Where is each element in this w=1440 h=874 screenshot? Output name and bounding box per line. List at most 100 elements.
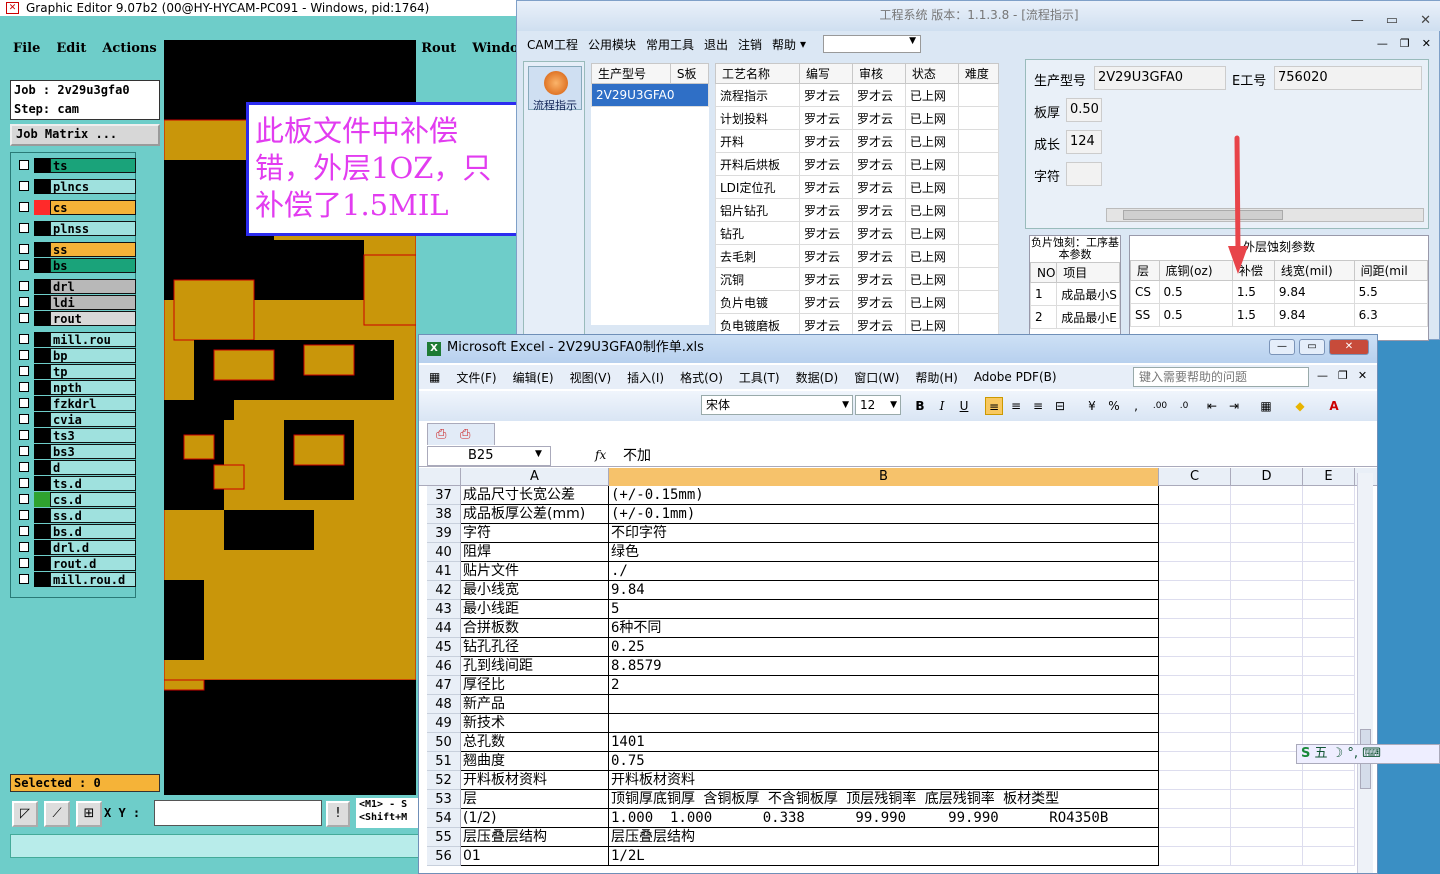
- layer-checkbox[interactable]: [19, 494, 29, 504]
- cell-c[interactable]: [1159, 752, 1231, 771]
- cell-e[interactable]: [1303, 581, 1355, 600]
- cell-d[interactable]: [1231, 752, 1303, 771]
- layer-row-drl[interactable]: drl: [16, 279, 136, 294]
- layer-checkbox[interactable]: [19, 366, 29, 376]
- cell-b[interactable]: [609, 714, 1159, 733]
- col-header[interactable]: 工艺名称: [715, 63, 800, 84]
- cell-a[interactable]: 合拼板数: [461, 619, 609, 638]
- layer-checkbox[interactable]: [19, 334, 29, 344]
- h-scrollbar[interactable]: [1106, 208, 1424, 222]
- cell-c[interactable]: [1159, 676, 1231, 695]
- cell-d[interactable]: [1231, 486, 1303, 505]
- cell-e[interactable]: [1303, 562, 1355, 581]
- pdf-create-icon[interactable]: ⎙: [436, 427, 446, 442]
- cell-a[interactable]: 最小线宽: [461, 581, 609, 600]
- mdi-restore-icon[interactable]: ❐: [1338, 369, 1348, 382]
- prod-field[interactable]: 2V29U3GFA0: [1094, 66, 1226, 90]
- layer-row-rout-d[interactable]: rout.d: [16, 556, 136, 571]
- cell-a[interactable]: 新技术: [461, 714, 609, 733]
- cell-e[interactable]: [1303, 771, 1355, 790]
- measure-icon[interactable]: ⟋: [44, 801, 70, 827]
- char-field[interactable]: [1066, 162, 1102, 186]
- cell-b[interactable]: 不印字符: [609, 524, 1159, 543]
- align-center-icon[interactable]: ≡: [1007, 397, 1025, 415]
- col-header[interactable]: 线宽(mil): [1273, 260, 1355, 281]
- table-row[interactable]: 沉铜 罗才云 罗才云 已上网: [715, 267, 1000, 291]
- cell-d[interactable]: [1231, 695, 1303, 714]
- col-header[interactable]: 难度: [957, 63, 1000, 84]
- cell-e[interactable]: [1303, 505, 1355, 524]
- cell-c[interactable]: [1159, 714, 1231, 733]
- outdent-icon[interactable]: ⇤: [1203, 397, 1221, 415]
- layer-row-ts[interactable]: ts: [16, 158, 136, 173]
- layer-checkbox[interactable]: [19, 350, 29, 360]
- cell-c[interactable]: [1159, 505, 1231, 524]
- row-number[interactable]: 45: [427, 638, 461, 657]
- ge-menu-actions[interactable]: Actions: [102, 38, 156, 60]
- flow-button[interactable]: 流程指示: [528, 66, 582, 112]
- layer-checkbox[interactable]: [19, 297, 29, 307]
- cell-d[interactable]: [1231, 828, 1303, 847]
- excel-menu-item[interactable]: 编辑(E): [513, 369, 554, 386]
- cell-c[interactable]: [1159, 543, 1231, 562]
- cell-c[interactable]: [1159, 486, 1231, 505]
- cell-e[interactable]: [1303, 695, 1355, 714]
- cell-b[interactable]: 1/2L: [609, 847, 1159, 866]
- layer-checkbox[interactable]: [19, 181, 29, 191]
- cell-a[interactable]: 开料板材资料: [461, 771, 609, 790]
- ge-menu-rout[interactable]: Rout: [421, 38, 456, 60]
- xy-input[interactable]: [154, 800, 322, 826]
- layer-row-cs[interactable]: cs: [16, 200, 136, 215]
- cell-c[interactable]: [1159, 600, 1231, 619]
- cell-a[interactable]: 层压叠层结构: [461, 828, 609, 847]
- merge-cells-icon[interactable]: ⊟: [1051, 397, 1069, 415]
- scroll-thumb[interactable]: [1123, 210, 1283, 220]
- col-header[interactable]: 层: [1130, 260, 1160, 281]
- layer-row-cs-d[interactable]: cs.d: [16, 492, 136, 507]
- cell-d[interactable]: [1231, 581, 1303, 600]
- pdf-mail-icon[interactable]: ⎙: [460, 427, 470, 442]
- cell-c[interactable]: [1159, 809, 1231, 828]
- cell-d[interactable]: [1231, 771, 1303, 790]
- col-header[interactable]: 间距(mil: [1353, 260, 1429, 281]
- cell-d[interactable]: [1231, 505, 1303, 524]
- fill-color-icon[interactable]: ◆: [1291, 397, 1309, 415]
- cell-d[interactable]: [1231, 714, 1303, 733]
- thick-field[interactable]: 0.50: [1066, 98, 1102, 122]
- cell-a[interactable]: 翘曲度: [461, 752, 609, 771]
- cell-a[interactable]: 成品板厚公差(mm): [461, 505, 609, 524]
- cell-b[interactable]: 开料板材资料: [609, 771, 1159, 790]
- table-row[interactable]: 铝片钻孔 罗才云 罗才云 已上网: [715, 198, 1000, 222]
- cam-combo-box[interactable]: ▼: [823, 35, 921, 53]
- table-row[interactable]: 2 成品最小E: [1029, 305, 1120, 329]
- col-header-a[interactable]: A: [461, 468, 609, 486]
- align-right-icon[interactable]: ≡: [1029, 397, 1047, 415]
- font-size-select[interactable]: 12 ▼: [855, 395, 901, 415]
- layer-row-plnss[interactable]: plnss: [16, 221, 136, 236]
- table-row[interactable]: 2V29U3GFA0: [591, 83, 709, 107]
- layer-row-ldi[interactable]: ldi: [16, 295, 136, 310]
- mdi-minimize-icon[interactable]: —: [1317, 369, 1328, 382]
- bold-button[interactable]: B: [911, 397, 929, 415]
- ime-toolbar[interactable]: S 五 ☽ °, ⌨: [1296, 744, 1440, 764]
- borders-icon[interactable]: ▦: [1257, 397, 1275, 415]
- italic-button[interactable]: I: [933, 397, 951, 415]
- layer-row-fzkdrl[interactable]: fzkdrl: [16, 396, 136, 411]
- layer-row-drl-d[interactable]: drl.d: [16, 540, 136, 555]
- len-field[interactable]: 124: [1066, 130, 1102, 154]
- cell-c[interactable]: [1159, 695, 1231, 714]
- cell-a[interactable]: 总孔数: [461, 733, 609, 752]
- cell-b[interactable]: 6种不同: [609, 619, 1159, 638]
- cell-c[interactable]: [1159, 619, 1231, 638]
- layer-checkbox[interactable]: [19, 526, 29, 536]
- table-row[interactable]: 钻孔 罗才云 罗才云 已上网: [715, 221, 1000, 245]
- alert-icon[interactable]: !: [326, 801, 350, 827]
- cell-d[interactable]: [1231, 809, 1303, 828]
- row-number[interactable]: 38: [427, 505, 461, 524]
- cell-d[interactable]: [1231, 790, 1303, 809]
- cell-a[interactable]: 01: [461, 847, 609, 866]
- col-header[interactable]: 生产型号: [591, 63, 671, 84]
- layer-checkbox[interactable]: [19, 478, 29, 488]
- table-row[interactable]: LDI定位孔 罗才云 罗才云 已上网: [715, 175, 1000, 199]
- excel-menu-item[interactable]: 格式(O): [680, 369, 723, 386]
